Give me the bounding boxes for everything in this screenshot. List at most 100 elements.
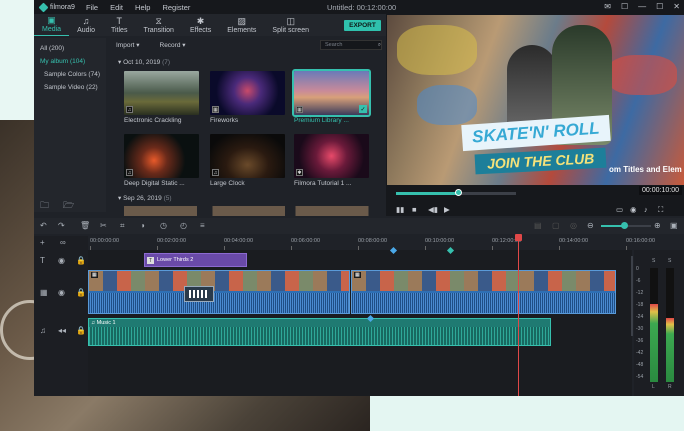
audio-mixer-icon[interactable]: ≡ xyxy=(200,221,205,230)
library-item-all[interactable]: All (200) xyxy=(34,42,106,55)
voiceover-icon[interactable]: ◎ xyxy=(570,221,577,230)
tab-titles[interactable]: T Titles xyxy=(103,17,135,36)
ruler-tick-label: 00:00:00:00 xyxy=(90,238,120,250)
export-button[interactable]: EXPORT xyxy=(344,20,381,31)
render-icon[interactable]: ▤ xyxy=(534,221,542,230)
close-icon[interactable]: ✕ xyxy=(673,2,680,11)
media-thumbnail[interactable]: ♫ xyxy=(124,134,199,178)
lock-icon[interactable]: 🔒 xyxy=(76,326,86,335)
library-footer: 🗀 🗁 xyxy=(40,198,74,214)
meter-solo-left[interactable]: S xyxy=(652,258,655,264)
meter-right xyxy=(666,268,674,382)
add-track-icon[interactable]: + xyxy=(40,238,45,247)
link-icon[interactable]: ∞ xyxy=(60,238,66,247)
library-item-my-album[interactable]: My album (104) xyxy=(34,55,106,68)
import-dropdown[interactable]: Import ▾ xyxy=(116,41,140,49)
playhead[interactable] xyxy=(515,234,522,396)
media-thumbnail[interactable]: ♫ xyxy=(210,134,285,178)
media-label: Deep Digital Static ... xyxy=(124,180,185,187)
media-thumbnail[interactable]: ▦ xyxy=(210,71,285,115)
filmora-logo-icon xyxy=(38,2,49,12)
undo-icon[interactable]: ↶ xyxy=(40,221,47,230)
media-thumbnail[interactable]: ✱ xyxy=(294,134,369,178)
tab-transition[interactable]: ⧖ Transition xyxy=(135,17,181,36)
fit-icon[interactable]: ▣ xyxy=(670,221,678,230)
library-item-sample-video[interactable]: Sample Video (22) xyxy=(34,81,106,94)
stop-icon[interactable]: ■ xyxy=(412,205,417,214)
tab-elements[interactable]: ▨ Elements xyxy=(219,17,264,36)
window-controls: ✉ ☐ — ☐ ✕ xyxy=(604,2,680,11)
scrolling-text: om Titles and Elem xyxy=(609,165,682,174)
menu-register[interactable]: Register xyxy=(162,3,190,12)
prev-frame-icon[interactable]: ◀▮ xyxy=(428,205,438,214)
zoom-out-icon[interactable]: ⊖ xyxy=(587,221,594,230)
timeline-toolbar: ↶ ↷ 🗑 ✂ ⌗ ◑ ◷ ◴ ≡ ▤ ▢ ◎ ⊖ ⊕ ▣ xyxy=(34,218,684,234)
message-icon[interactable]: ✉ xyxy=(604,2,611,11)
effects-icon: ✱ xyxy=(196,16,205,26)
menu-file[interactable]: File xyxy=(86,3,98,12)
lock-icon[interactable]: 🔒 xyxy=(76,288,86,297)
group-date: Sep 26, 2019 xyxy=(123,195,162,202)
title-clip[interactable]: T Lower Thirds 2 xyxy=(144,253,247,267)
meter-scale-label: -30 xyxy=(636,326,644,332)
library-item-sample-colors[interactable]: Sample Colors (74) xyxy=(34,68,106,81)
volume-icon[interactable]: ♪ xyxy=(644,205,648,214)
video-clip[interactable]: ▦ xyxy=(88,270,350,314)
progress-knob[interactable] xyxy=(455,189,463,196)
zoom-knob[interactable] xyxy=(621,222,628,229)
preview-progress-bar[interactable] xyxy=(396,189,516,196)
app-logo: filmora9 xyxy=(34,2,86,12)
tab-split-screen[interactable]: ◫ Split screen xyxy=(264,17,317,36)
speaker-icon[interactable]: ◂◂ xyxy=(58,326,66,335)
menu-help[interactable]: Help xyxy=(135,3,150,12)
media-thumbnail[interactable]: ▦ ✓ xyxy=(292,69,371,117)
cut-icon[interactable]: ✂ xyxy=(100,221,107,230)
account-icon[interactable]: ☐ xyxy=(621,2,628,11)
music-clip[interactable]: ♫ Music 1 xyxy=(88,318,551,346)
ruler-tick-label: 00:16:00:00 xyxy=(626,238,656,250)
time-ruler[interactable]: 00:00:00:00 00:02:00:00 00:04:00:00 00:06:0… xyxy=(88,236,655,250)
delete-icon[interactable]: 🗑 xyxy=(80,221,90,230)
fullscreen-icon[interactable]: ⛶ xyxy=(658,205,663,215)
tab-audio[interactable]: ♫ Audio xyxy=(69,17,103,36)
zoom-slider[interactable] xyxy=(601,222,651,229)
color-icon[interactable]: ◑ xyxy=(140,221,145,230)
duration-icon[interactable]: ◴ xyxy=(180,221,187,230)
group-date: Oct 10, 2019 xyxy=(123,59,161,66)
lock-icon[interactable]: 🔒 xyxy=(76,256,86,265)
zoom-in-icon[interactable]: ⊕ xyxy=(654,221,661,230)
timeline-scrollbar[interactable] xyxy=(631,256,633,336)
title-track-icon: T xyxy=(40,256,45,265)
meter-right-label: R xyxy=(668,384,672,390)
meter-left xyxy=(650,268,658,382)
speed-icon[interactable]: ◷ xyxy=(160,221,167,230)
marker-icon[interactable]: ▢ xyxy=(552,221,560,230)
meter-solo-right[interactable]: S xyxy=(668,258,671,264)
maximize-icon[interactable]: ☐ xyxy=(656,2,663,11)
play-icon[interactable]: ▶ xyxy=(444,205,450,214)
tab-media[interactable]: ▣ Media xyxy=(34,16,70,36)
menu-edit[interactable]: Edit xyxy=(110,3,123,12)
meter-scale-label: -54 xyxy=(636,374,644,380)
redo-icon[interactable]: ↷ xyxy=(58,221,65,230)
minimize-icon[interactable]: — xyxy=(638,2,646,11)
eye-icon[interactable]: ◉ xyxy=(58,288,65,297)
tab-effects[interactable]: ✱ Effects xyxy=(182,17,219,36)
snapshot-icon[interactable]: ◉ xyxy=(630,205,637,214)
transition-icon: ⧖ xyxy=(155,16,162,26)
monitor-icon[interactable]: ▭ xyxy=(616,205,623,214)
video-clip[interactable]: ▦ xyxy=(351,270,616,314)
transition-clip[interactable] xyxy=(184,286,214,302)
add-folder-icon[interactable]: 🗀 xyxy=(40,198,49,214)
tab-label: Effects xyxy=(189,27,212,34)
media-thumbnail[interactable]: ♫ xyxy=(124,71,199,115)
folder-icon[interactable]: 🗁 xyxy=(63,198,74,214)
eye-icon[interactable]: ◉ xyxy=(58,256,65,265)
zoom-fill xyxy=(601,225,623,227)
record-dropdown[interactable]: Record ▾ xyxy=(160,41,186,49)
crop-icon[interactable]: ⌗ xyxy=(120,221,125,231)
search-icon[interactable]: ⌕ xyxy=(378,42,381,49)
search-input[interactable]: Search ⌕ xyxy=(320,40,382,50)
video-clip-icon: ▦ xyxy=(354,272,361,278)
play-reverse-icon[interactable]: ▮▮ xyxy=(396,205,404,214)
